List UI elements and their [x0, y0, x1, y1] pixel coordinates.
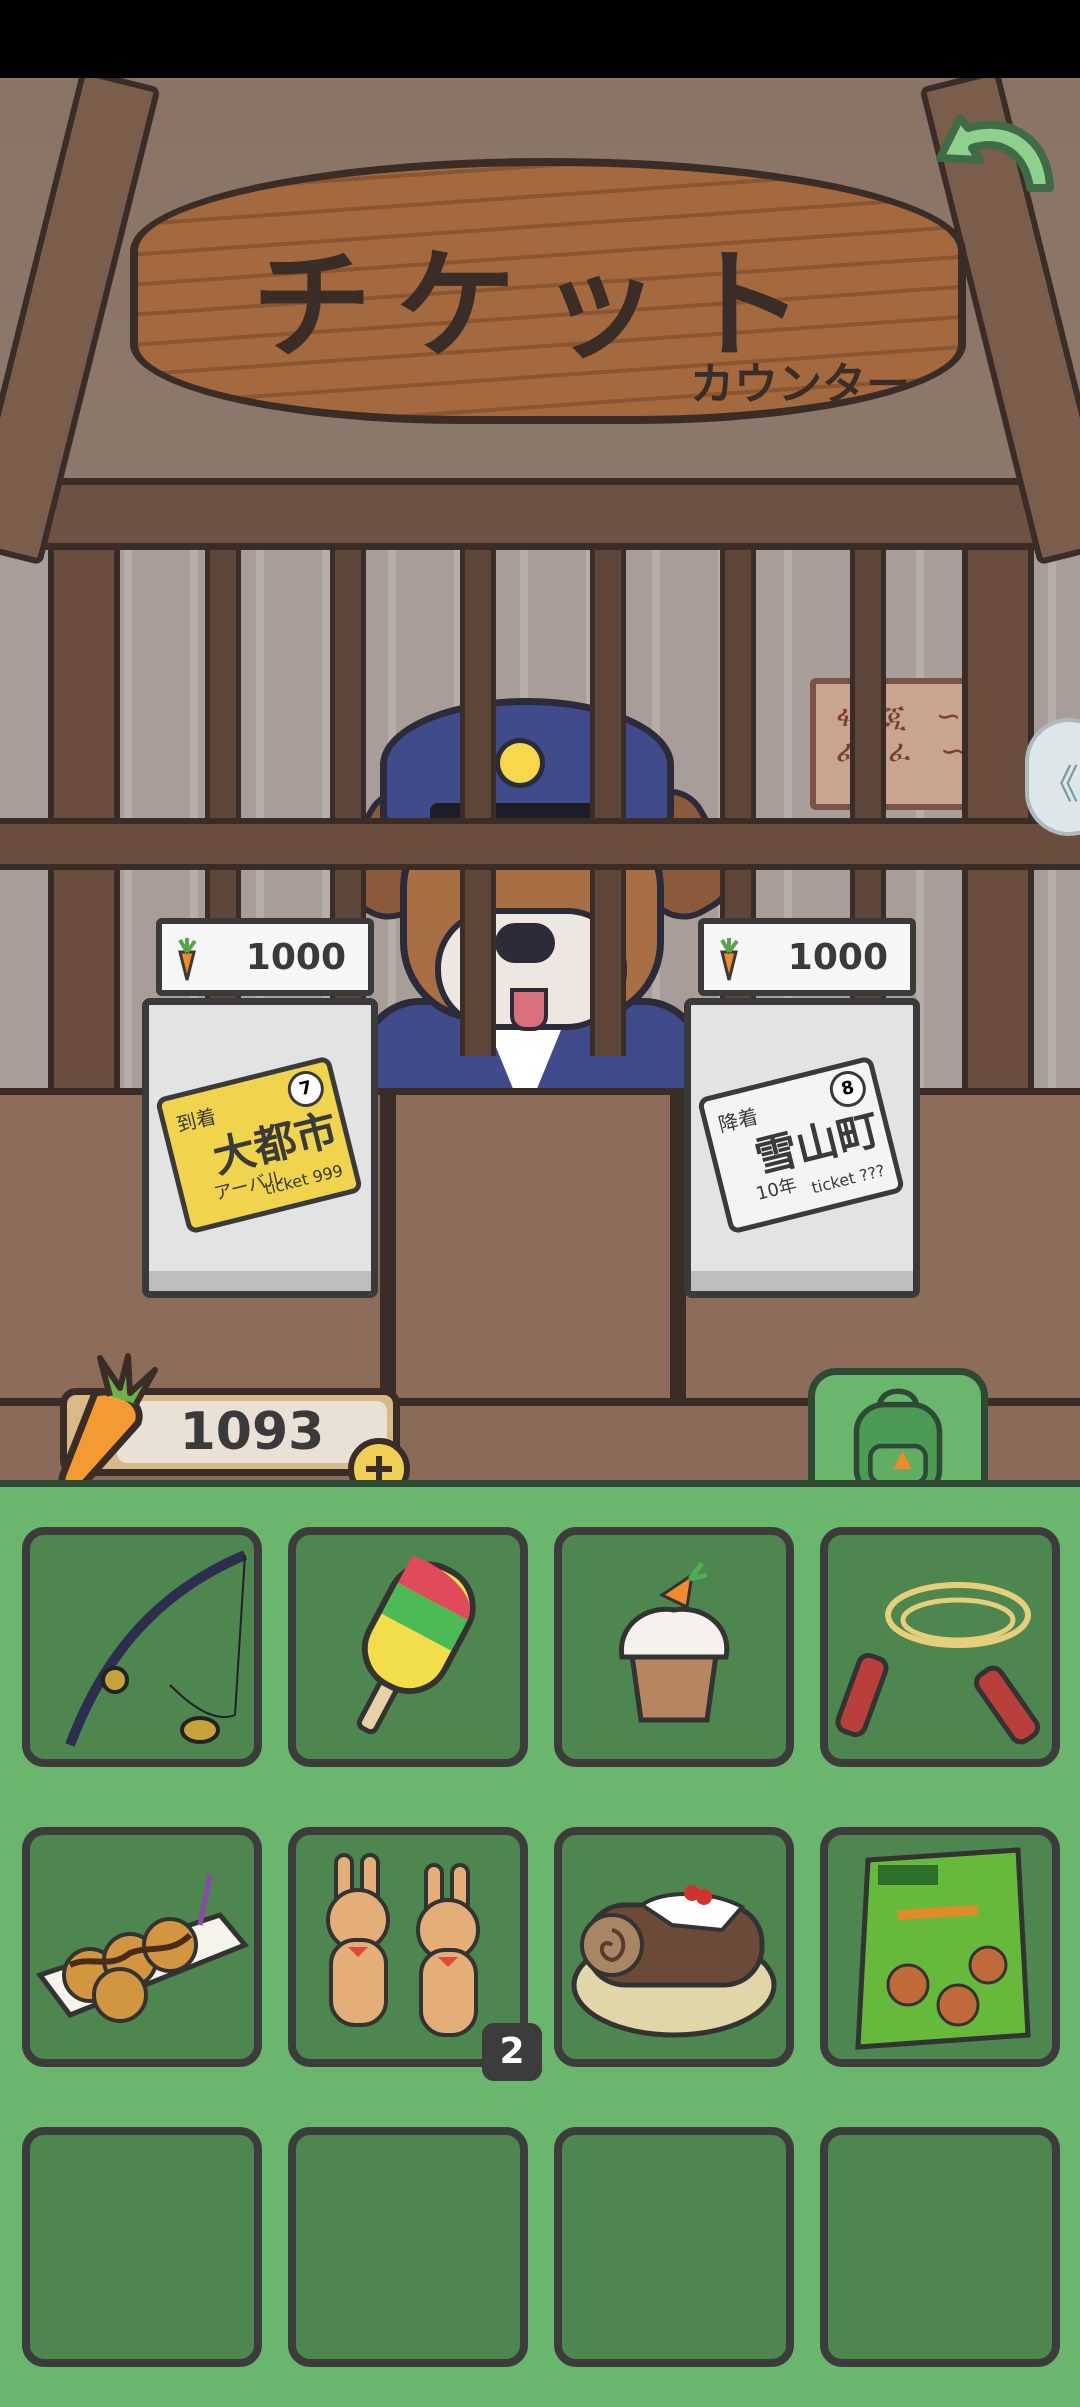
carrot-count: 1093 [179, 1402, 325, 1462]
side-panel-handle[interactable] [1025, 718, 1080, 836]
left-post [48, 536, 120, 1096]
popsicle-icon [356, 1556, 476, 1735]
ticket-price: 1000 [245, 936, 346, 978]
jump-rope-icon [835, 1582, 1040, 1745]
window-bar [460, 536, 496, 1056]
inventory-panel: 2 [0, 1480, 1080, 2407]
takoyaki-icon [35, 1874, 250, 2023]
ticket-price-tag: 1000 [156, 918, 374, 996]
inventory-slot-3[interactable] [554, 1527, 794, 1767]
inventory-slot-5[interactable] [22, 1827, 262, 2067]
carrot-icon [58, 1353, 158, 1495]
ticket-machine-2[interactable]: 1000 8 降着 雪山町 10年 ticket ??? [684, 918, 920, 1298]
ticket-machine-box: 8 降着 雪山町 10年 ticket ??? [684, 998, 920, 1298]
inventory-slot-8[interactable] [820, 1827, 1060, 2067]
inventory-slot-1[interactable] [22, 1527, 262, 1767]
inventory-slot-11[interactable] [554, 2127, 794, 2367]
window-crossbeam [0, 818, 1080, 870]
right-post [962, 536, 1034, 1096]
station-master-dog[interactable] [323, 698, 749, 1132]
carrot-icon [178, 938, 197, 981]
ticket-machine-1[interactable]: 1000 7 到着 大都市 アーバル ticket 999 [142, 918, 378, 1298]
status-bar [0, 0, 1080, 78]
inventory-slot-4[interactable] [820, 1527, 1060, 1767]
ticket-counter-sign: チケット カウンター [130, 118, 966, 424]
sign-subtitle: カウンター [690, 359, 910, 410]
yule-log-cake-icon [571, 1885, 777, 2038]
inventory-slot-7[interactable] [554, 1827, 794, 2067]
ticket-machine-box: 7 到着 大都市 アーバル ticket 999 [142, 998, 378, 1298]
inventory-slot-10[interactable] [288, 2127, 528, 2367]
cupcake-icon [619, 1561, 730, 1723]
back-arrow-icon[interactable] [930, 98, 1060, 208]
ticket-price: 1000 [787, 936, 888, 978]
window-bar [590, 536, 626, 1056]
ticket-price-tag: 1000 [698, 918, 916, 996]
carrot-snack-bag-icon [855, 1847, 1031, 2050]
counter-divider [380, 1088, 396, 1408]
item-quantity-badge: 2 [482, 2023, 542, 2081]
carrot-icon [720, 938, 739, 981]
inventory-slot-12[interactable] [820, 2127, 1060, 2367]
roof-beam [0, 478, 1080, 550]
inventory-slot-2[interactable] [288, 1527, 528, 1767]
fishing-rod-icon [65, 1550, 247, 1747]
inventory-slot-6[interactable]: 2 [288, 1827, 542, 2081]
inventory-slot-9[interactable] [22, 2127, 262, 2367]
ticket-card[interactable]: 8 降着 雪山町 10年 ticket ??? [696, 1055, 906, 1235]
ticket-card[interactable]: 7 到着 大都市 アーバル ticket 999 [154, 1055, 364, 1235]
